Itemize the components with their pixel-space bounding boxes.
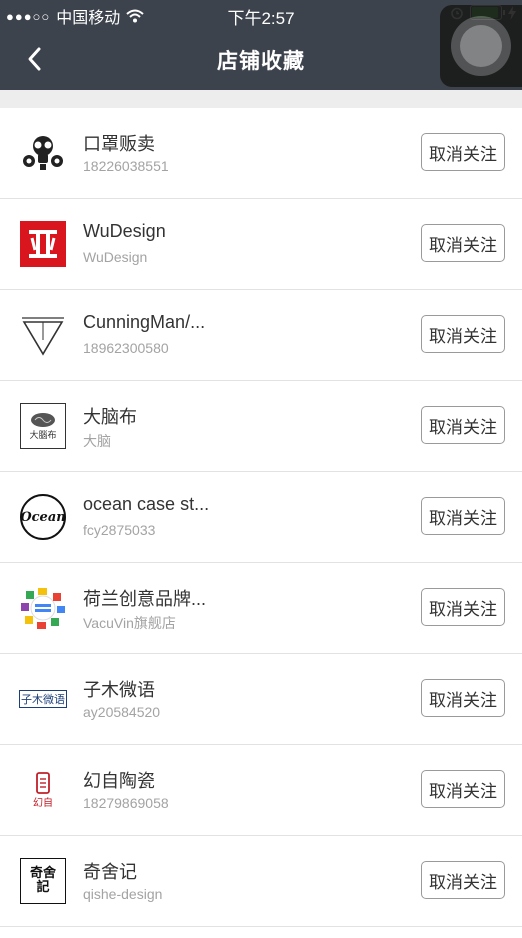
- shop-row[interactable]: Ocean ocean case st... fcy2875033 取消关注: [0, 472, 522, 563]
- ocean-logo-text: Ocean: [20, 509, 66, 525]
- shop-row[interactable]: 荷兰创意品牌... VacuVin旗舰店 取消关注: [0, 563, 522, 654]
- shop-name: 大脑布: [83, 407, 137, 427]
- ceramic-logo: 幻自: [20, 767, 66, 813]
- shop-row[interactable]: 奇舍記 奇舍记 qishe-design 取消关注: [0, 836, 522, 927]
- shop-subtitle: 18962300580: [83, 340, 169, 356]
- unfollow-button[interactable]: 取消关注: [421, 406, 505, 444]
- top-bar: ●●●○○ 中国移动 下午2:57 店铺收藏: [0, 0, 522, 90]
- shop-name: 荷兰创意品牌...: [83, 589, 207, 609]
- shop-row[interactable]: CunningMan/... 18962300580 取消关注: [0, 290, 522, 381]
- unfollow-button[interactable]: 取消关注: [421, 770, 505, 808]
- unfollow-button[interactable]: 取消关注: [421, 497, 505, 535]
- assistive-touch-knob: [460, 25, 502, 67]
- unfollow-button[interactable]: 取消关注: [421, 588, 505, 626]
- shop-subtitle: qishe-design: [83, 886, 163, 902]
- shop-list: 口罩贩卖 18226038551 取消关注 WuDesign WuDesign …: [0, 108, 522, 927]
- unfollow-button[interactable]: 取消关注: [421, 224, 505, 262]
- zimu-logo: 子木微语: [19, 676, 67, 722]
- shop-name: 子木微语: [83, 680, 155, 700]
- brain-logo: 大腦布: [20, 403, 66, 449]
- shop-name: 口罩贩卖: [83, 134, 155, 154]
- shop-name: ocean case st...: [83, 494, 210, 514]
- shop-row[interactable]: WuDesign WuDesign 取消关注: [0, 199, 522, 290]
- unfollow-button[interactable]: 取消关注: [421, 679, 505, 717]
- unfollow-button[interactable]: 取消关注: [421, 133, 505, 171]
- assistive-touch-button[interactable]: [440, 5, 522, 87]
- shop-subtitle: fcy2875033: [83, 522, 156, 538]
- ocean-logo: Ocean: [20, 494, 66, 540]
- zimu-logo-text: 子木微语: [19, 690, 67, 708]
- shop-row[interactable]: 口罩贩卖 18226038551 取消关注: [0, 108, 522, 199]
- wudesign-logo: [20, 221, 66, 267]
- shop-name: WuDesign: [83, 221, 166, 241]
- brain-logo-text: 大腦布: [29, 430, 57, 441]
- shop-row[interactable]: 子木微语 子木微语 ay20584520 取消关注: [0, 654, 522, 745]
- shop-subtitle: 18226038551: [83, 158, 169, 174]
- unfollow-button[interactable]: 取消关注: [421, 861, 505, 899]
- shop-name: CunningMan/...: [83, 312, 206, 332]
- shop-subtitle: WuDesign: [83, 249, 148, 265]
- header-divider: [0, 90, 522, 108]
- shop-subtitle: VacuVin旗舰店: [83, 615, 176, 631]
- qishe-logo: 奇舍記: [20, 858, 66, 904]
- dutch-creative-logo: [20, 585, 66, 631]
- shop-name: 奇舍记: [83, 862, 137, 882]
- cunningman-triangle-logo: [20, 312, 66, 358]
- gas-mask-logo: [20, 130, 66, 176]
- shop-subtitle: 18279869058: [83, 795, 169, 811]
- shop-subtitle: 大脑: [83, 433, 111, 449]
- shop-row[interactable]: 幻自 幻自陶瓷 18279869058 取消关注: [0, 745, 522, 836]
- qishe-logo-text: 奇舍記: [29, 866, 56, 895]
- shop-subtitle: ay20584520: [83, 704, 161, 720]
- ceramic-logo-text: 幻自: [33, 797, 53, 809]
- shop-row[interactable]: 大腦布 大脑布 大脑 取消关注: [0, 381, 522, 472]
- unfollow-button[interactable]: 取消关注: [421, 315, 505, 353]
- shop-name: 幻自陶瓷: [83, 771, 155, 791]
